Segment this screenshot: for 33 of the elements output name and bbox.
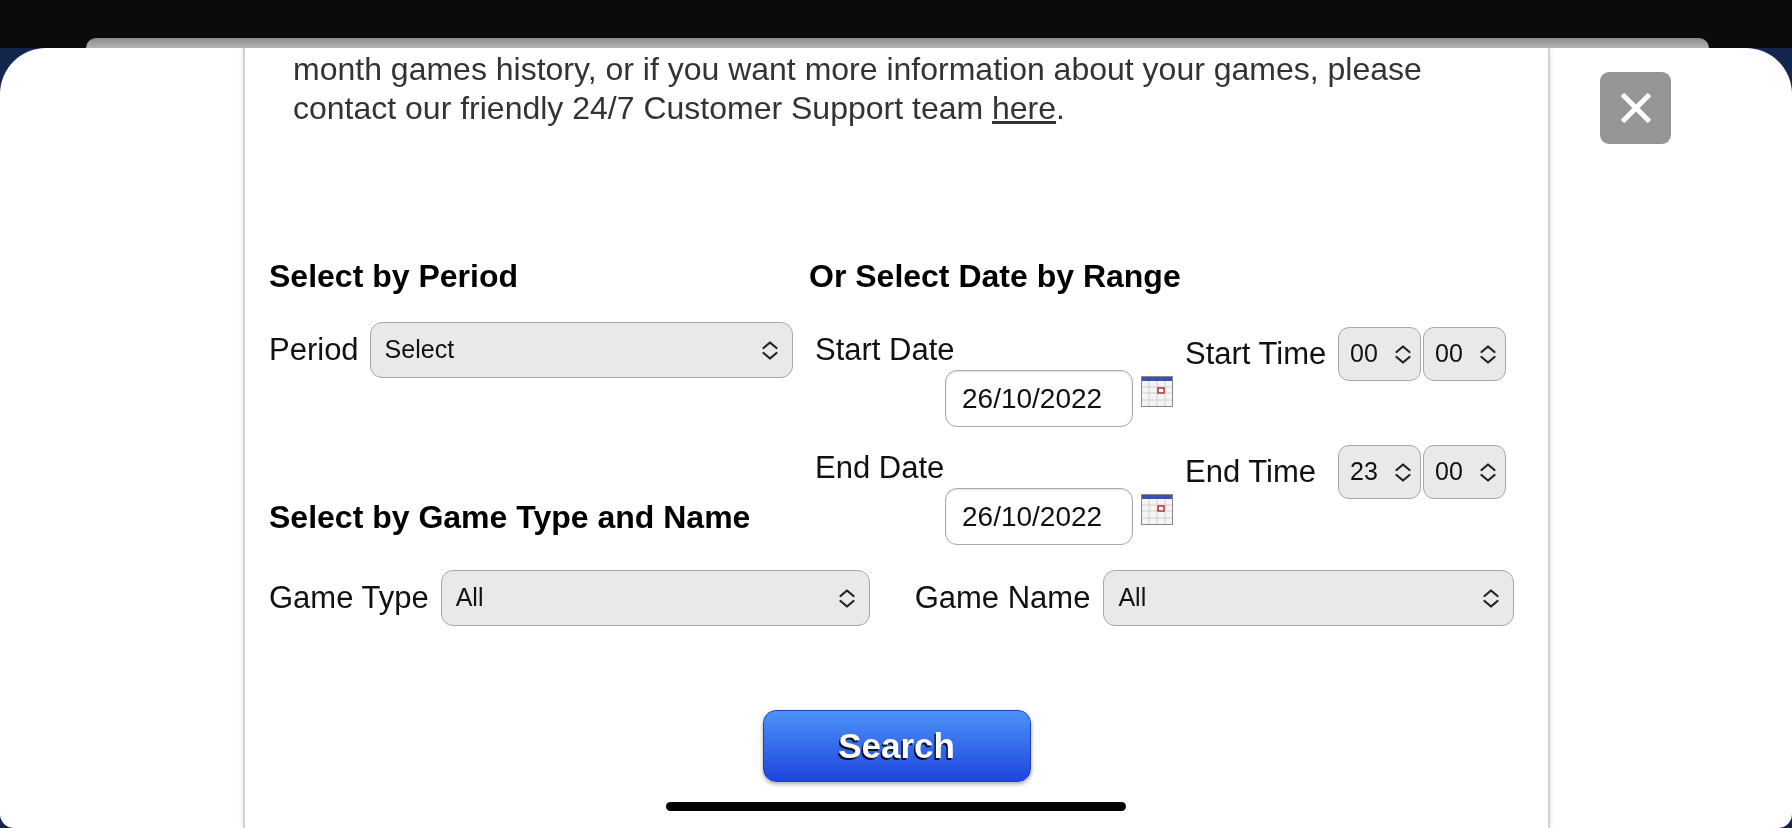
date-field[interactable]: 26/10/2022	[945, 488, 1133, 545]
chevron-icon	[1395, 344, 1411, 364]
field-label: Start Date	[815, 334, 956, 366]
close-button[interactable]	[1600, 72, 1671, 144]
support-text: month games history, or if you want more information about your games, please contact our friendly 24/7 Customer Support team here.	[293, 50, 1423, 128]
section-heading: Select by Period	[269, 258, 519, 295]
section-heading: Select by Game Type and Name	[269, 499, 752, 536]
date-field[interactable]: 26/10/2022	[945, 370, 1133, 427]
minute-select[interactable]: 00	[1423, 327, 1506, 381]
chevron-icon	[1483, 588, 1500, 608]
close-icon	[1619, 92, 1652, 124]
section-heading: Or Select Date by Range	[809, 258, 1182, 295]
field-label: Game Name	[914, 582, 1091, 614]
calendar-icon[interactable]	[1141, 494, 1173, 525]
chevron-icon	[1480, 344, 1496, 364]
game-name-select[interactable]: All	[1103, 570, 1515, 626]
chevron-icon	[1480, 462, 1496, 482]
field-label: End Time	[1185, 456, 1317, 488]
hour-select[interactable]: 00	[1338, 327, 1421, 381]
field-label: End Date	[815, 452, 946, 484]
calendar-icon[interactable]	[1141, 376, 1173, 407]
minute-select[interactable]: 00	[1423, 445, 1506, 499]
hour-select[interactable]: 23	[1338, 445, 1421, 499]
support-link[interactable]: here	[992, 90, 1057, 126]
search-button[interactable]: Search	[762, 710, 1031, 782]
chevron-icon	[1395, 462, 1411, 482]
field-label: Start Time	[1185, 338, 1328, 370]
game-type-select[interactable]: All	[440, 570, 870, 626]
period-select[interactable]: Select	[369, 322, 793, 378]
field-label: Period	[269, 334, 359, 366]
chevron-icon	[761, 340, 778, 360]
field-label: Game Type	[269, 582, 429, 614]
chevron-icon	[838, 588, 855, 608]
